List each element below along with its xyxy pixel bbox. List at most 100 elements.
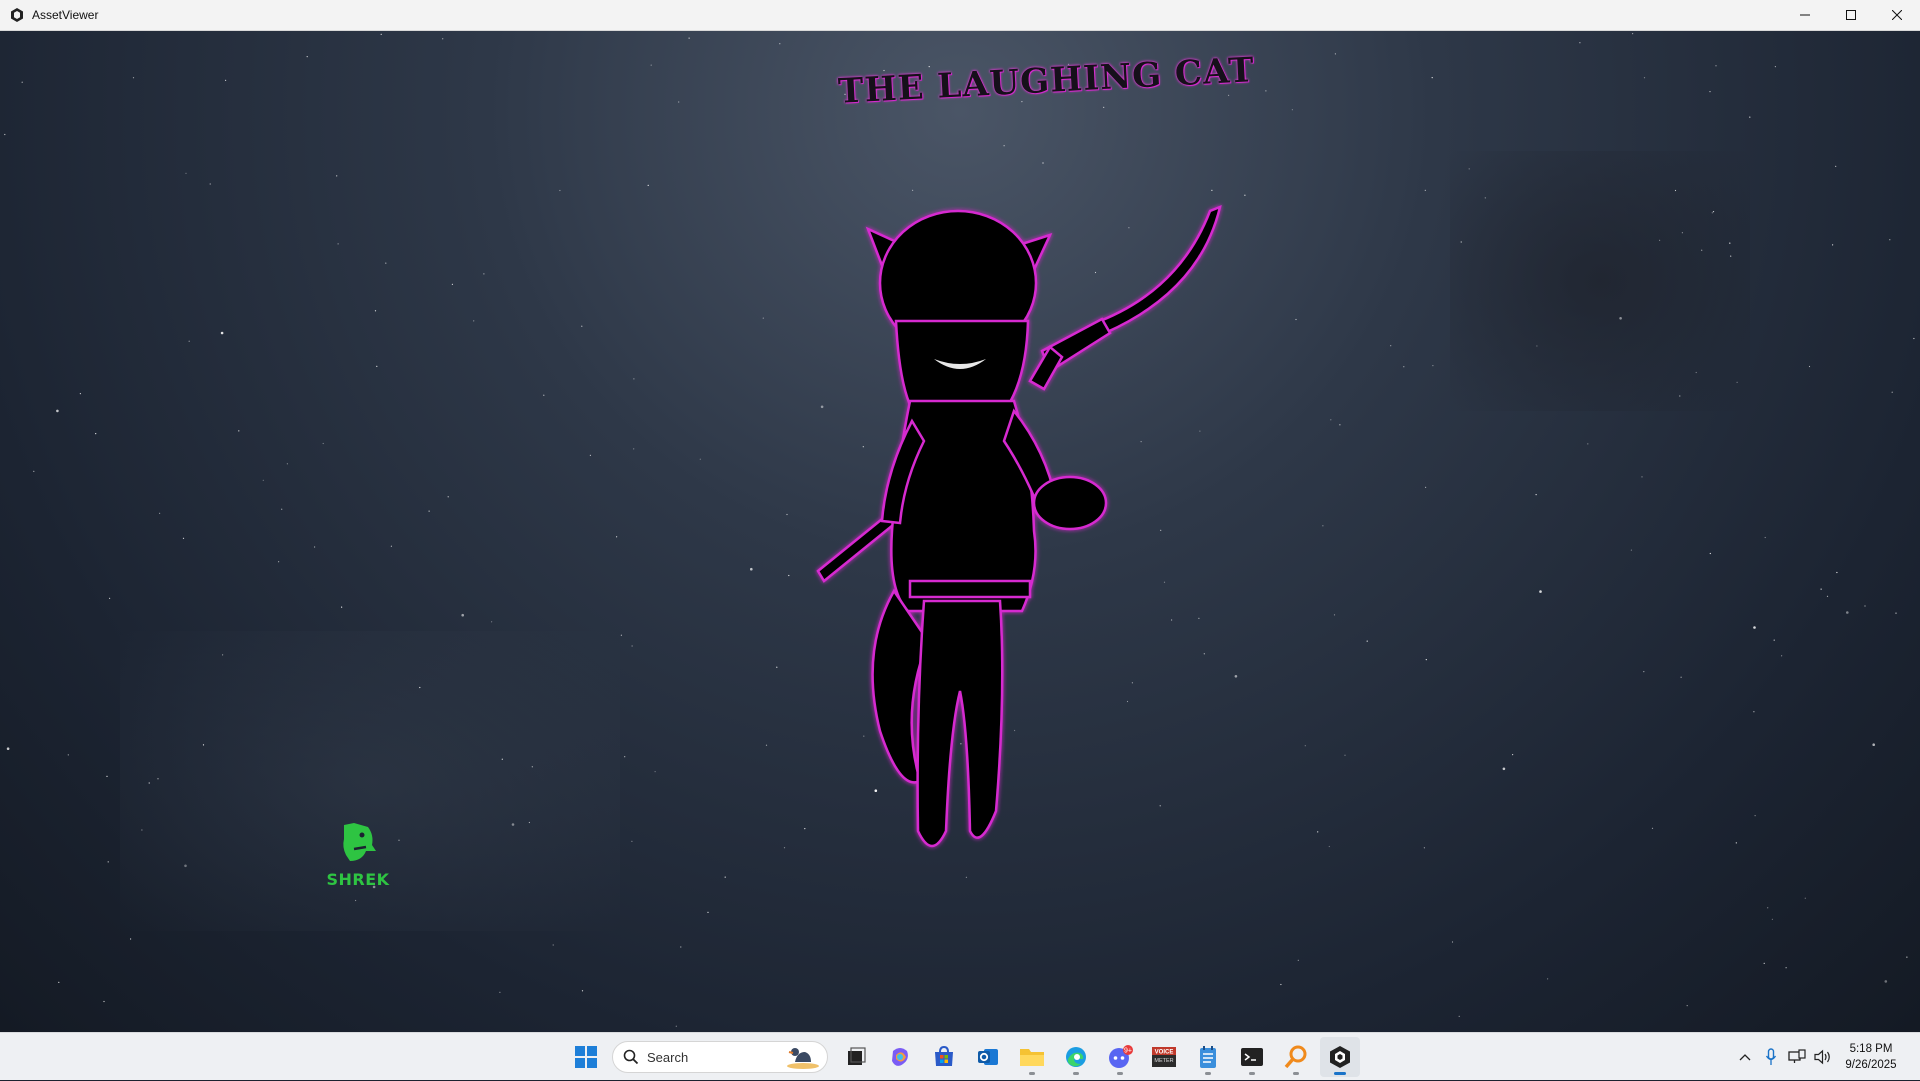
star bbox=[1579, 42, 1581, 44]
star bbox=[79, 393, 81, 395]
star bbox=[1736, 381, 1738, 383]
star bbox=[624, 756, 626, 758]
star bbox=[750, 567, 753, 571]
star bbox=[21, 81, 23, 83]
taskbar-voicemeeter[interactable]: VOICE METER bbox=[1144, 1037, 1184, 1077]
star bbox=[688, 37, 690, 39]
running-indicator bbox=[1029, 1072, 1035, 1075]
star bbox=[225, 79, 227, 81]
minimize-icon bbox=[1800, 14, 1810, 16]
title-bar: AssetViewer bbox=[0, 0, 1920, 31]
star bbox=[1587, 443, 1589, 445]
taskbar-search-tool[interactable] bbox=[1276, 1037, 1316, 1077]
taskbar-file-explorer[interactable] bbox=[1012, 1037, 1052, 1077]
clock[interactable]: 5:18 PM 9/26/2025 bbox=[1836, 1041, 1906, 1073]
star bbox=[355, 899, 357, 902]
star bbox=[1674, 189, 1677, 192]
star bbox=[419, 686, 421, 689]
star bbox=[788, 574, 790, 577]
character-model[interactable] bbox=[800, 171, 1240, 891]
star bbox=[1785, 967, 1787, 969]
edge-icon bbox=[1066, 1047, 1086, 1067]
star bbox=[762, 317, 764, 319]
taskbar-terminal[interactable] bbox=[1232, 1037, 1272, 1077]
star bbox=[1431, 77, 1433, 79]
start-button[interactable] bbox=[566, 1037, 606, 1077]
microphone-button[interactable] bbox=[1758, 1042, 1784, 1072]
close-button[interactable] bbox=[1874, 0, 1920, 30]
star bbox=[1686, 1005, 1688, 1007]
star bbox=[1322, 525, 1324, 527]
star bbox=[1846, 611, 1849, 614]
star bbox=[779, 43, 781, 45]
star bbox=[620, 634, 623, 636]
star bbox=[103, 1000, 105, 1003]
asset-viewport[interactable]: THE LAUGHING CAT SHREK bbox=[0, 31, 1920, 1032]
star bbox=[1535, 494, 1537, 496]
star bbox=[184, 864, 187, 868]
taskbar-notepad[interactable] bbox=[1188, 1037, 1228, 1077]
star bbox=[633, 378, 635, 380]
star bbox=[1709, 91, 1711, 93]
star bbox=[1334, 53, 1336, 55]
star bbox=[1832, 244, 1834, 246]
star bbox=[1547, 978, 1549, 980]
task-view-icon bbox=[848, 1047, 866, 1065]
volume-button[interactable] bbox=[1810, 1042, 1836, 1072]
shrek-watermark: SHREK bbox=[320, 821, 396, 889]
star bbox=[1836, 571, 1838, 574]
voicemeeter-icon: VOICE METER bbox=[1152, 1047, 1176, 1067]
star bbox=[783, 847, 786, 849]
shrek-logo-icon bbox=[343, 823, 376, 861]
minimize-button[interactable] bbox=[1782, 0, 1828, 30]
star bbox=[589, 454, 592, 456]
star bbox=[707, 911, 709, 914]
star bbox=[1103, 106, 1105, 108]
star bbox=[1913, 337, 1915, 340]
star bbox=[501, 758, 503, 760]
star bbox=[1754, 815, 1756, 817]
star bbox=[6, 747, 10, 750]
star bbox=[1339, 424, 1341, 426]
star bbox=[511, 823, 515, 826]
store-icon bbox=[935, 1045, 953, 1066]
star bbox=[1630, 549, 1632, 551]
star bbox=[1820, 588, 1822, 590]
taskbar-assetviewer[interactable] bbox=[1320, 1037, 1360, 1077]
star bbox=[1333, 614, 1336, 616]
star bbox=[374, 310, 377, 312]
maximize-button[interactable] bbox=[1828, 0, 1874, 30]
star bbox=[1042, 162, 1044, 164]
star bbox=[1344, 754, 1346, 756]
star bbox=[633, 448, 635, 450]
star bbox=[314, 546, 316, 548]
star bbox=[581, 990, 584, 992]
speaker-icon bbox=[1814, 1049, 1830, 1065]
taskbar-task-view[interactable] bbox=[836, 1037, 876, 1077]
chevron-up-icon bbox=[1739, 1054, 1751, 1061]
star bbox=[1328, 845, 1330, 848]
taskbar-copilot[interactable] bbox=[880, 1037, 920, 1077]
star bbox=[286, 463, 288, 465]
taskbar-discord[interactable]: 9+ bbox=[1100, 1037, 1140, 1077]
star bbox=[1735, 842, 1737, 844]
show-hidden-icons-button[interactable] bbox=[1732, 1042, 1758, 1072]
star bbox=[616, 536, 618, 538]
star bbox=[1632, 33, 1634, 35]
window-title: AssetViewer bbox=[32, 8, 99, 22]
taskbar-edge[interactable] bbox=[1056, 1037, 1096, 1077]
star bbox=[281, 508, 283, 510]
star bbox=[376, 365, 378, 367]
star bbox=[1651, 827, 1654, 829]
star bbox=[654, 771, 656, 773]
taskbar-store[interactable] bbox=[924, 1037, 964, 1077]
clock-time: 5:18 PM bbox=[1849, 1043, 1893, 1055]
star bbox=[1753, 626, 1756, 629]
star bbox=[106, 775, 108, 778]
star bbox=[528, 821, 531, 824]
taskbar-outlook[interactable] bbox=[968, 1037, 1008, 1077]
network-button[interactable] bbox=[1784, 1042, 1810, 1072]
search-box[interactable]: Search bbox=[612, 1041, 828, 1073]
star bbox=[1512, 754, 1514, 756]
star bbox=[109, 597, 111, 600]
